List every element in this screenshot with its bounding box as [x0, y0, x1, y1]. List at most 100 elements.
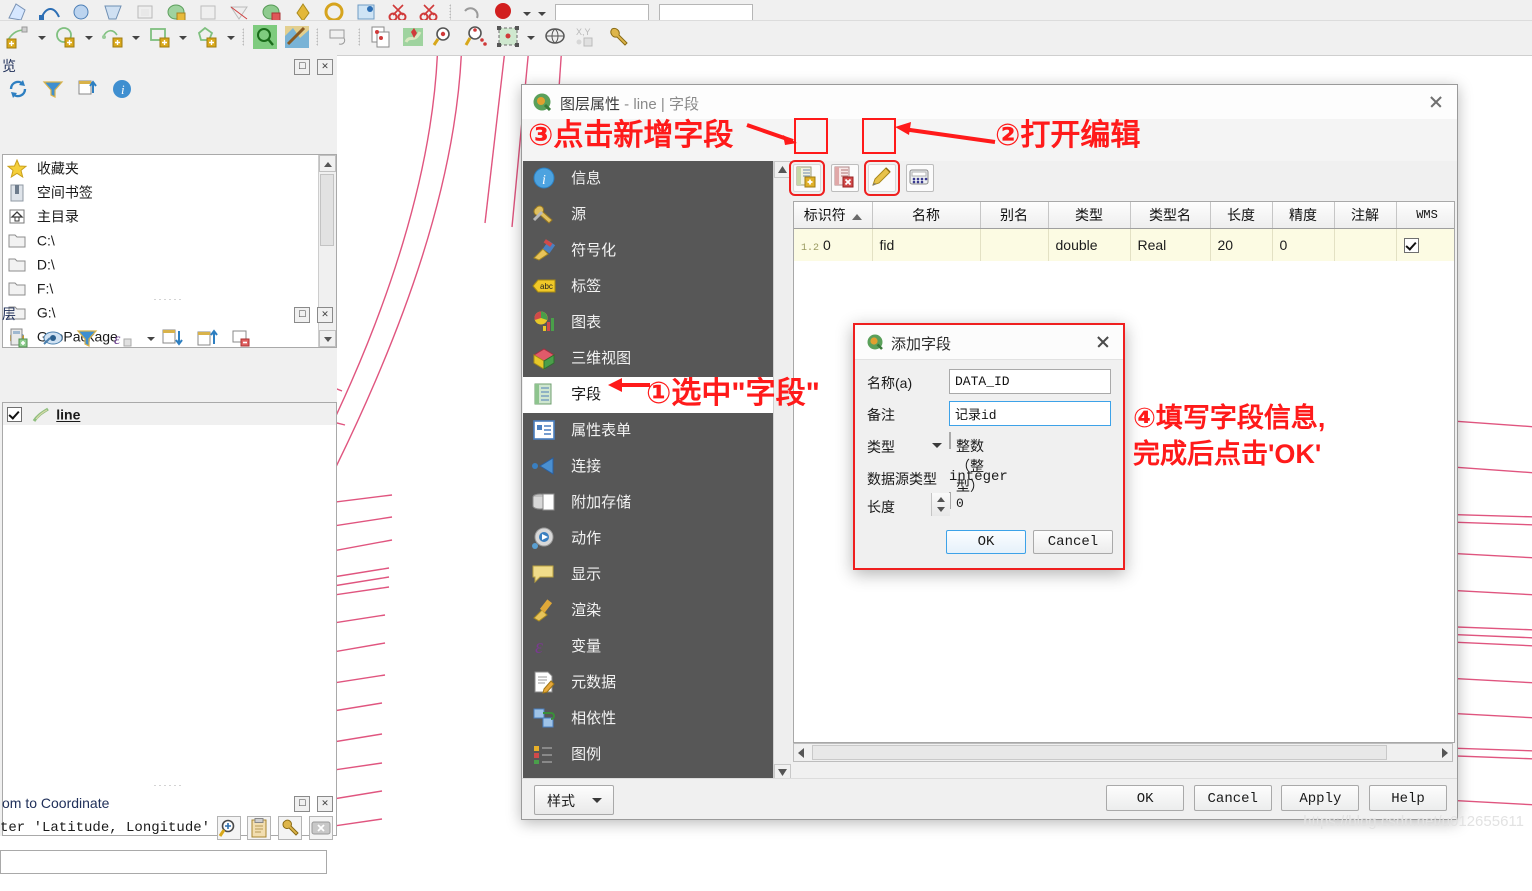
undock-icon[interactable]: ☐: [294, 59, 311, 75]
collapse-all-icon[interactable]: [75, 77, 99, 101]
chevron-down-icon[interactable]: [145, 325, 157, 351]
fields-table-hscrollbar[interactable]: [793, 743, 1453, 762]
chevron-down-icon[interactable]: [83, 24, 95, 50]
column-header-alias[interactable]: 别名: [980, 202, 1049, 229]
column-header-wms[interactable]: WMS: [1396, 202, 1454, 229]
fields-toolbar[interactable]: [789, 160, 1455, 204]
show-presets-icon[interactable]: [41, 326, 65, 350]
spinner-arrows-icon[interactable]: [931, 493, 950, 516]
cancel-button[interactable]: Cancel: [1193, 785, 1272, 811]
scissors-icon[interactable]: [385, 0, 411, 20]
browser-item-home[interactable]: 主目录: [3, 203, 336, 227]
sidebar-item-joins[interactable]: 连接: [523, 449, 773, 485]
refresh-icon[interactable]: [6, 77, 30, 101]
sidebar-item-attributes-form[interactable]: 属性表单: [523, 413, 773, 449]
project-combo[interactable]: [554, 3, 649, 20]
circular-string-icon[interactable]: [321, 0, 347, 20]
undock-icon[interactable]: ☐: [294, 796, 311, 812]
sidebar-item-symbology[interactable]: 符号化: [523, 233, 773, 269]
chevron-down-icon[interactable]: [536, 0, 548, 20]
layer-properties-sidebar[interactable]: i 信息 源 符号化 abc 标签 图表 三维视图 字段 属性表单 连接 附加存…: [523, 161, 773, 781]
add-polyline-feature-icon[interactable]: [100, 24, 126, 50]
layer-row-line[interactable]: line: [3, 403, 336, 425]
zoom-to-points-icon[interactable]: [463, 24, 489, 50]
cell-id[interactable]: 1.2 0: [794, 228, 873, 261]
merge-features-icon[interactable]: [258, 0, 284, 20]
add-polygon-feature-icon[interactable]: [5, 0, 31, 20]
sidebar-item-dependencies[interactable]: 相依性: [523, 701, 773, 737]
rotate-feature-icon[interactable]: [290, 0, 316, 20]
add-polygon-feature-icon[interactable]: [194, 24, 220, 50]
sidebar-item-auxiliary-storage[interactable]: 附加存储: [523, 485, 773, 521]
ok-button[interactable]: OK: [1106, 785, 1185, 811]
delete-field-button[interactable]: [830, 164, 859, 192]
layers-tree[interactable]: line: [2, 402, 337, 836]
length-spinbox[interactable]: 0: [931, 492, 964, 516]
remove-layer-icon[interactable]: [229, 326, 253, 350]
column-header-length[interactable]: 长度: [1210, 202, 1273, 229]
new-field-button[interactable]: [789, 160, 825, 196]
cell-comment[interactable]: [1334, 228, 1397, 261]
scissors-2-icon[interactable]: [416, 0, 442, 20]
cell-name[interactable]: fid: [872, 228, 981, 261]
browser-item-spatial-bookmarks[interactable]: 空间书签: [3, 179, 336, 203]
chevron-down-icon[interactable]: [36, 24, 48, 50]
browser-item-favorites[interactable]: 收藏夹: [3, 155, 336, 179]
paste-icon[interactable]: [247, 816, 272, 840]
column-header-comment[interactable]: 注解: [1334, 202, 1397, 229]
table-row[interactable]: 1.2 0 fid double Real 20 0: [794, 228, 1454, 261]
layer-name[interactable]: line: [56, 407, 80, 423]
scale-combo[interactable]: [658, 3, 753, 20]
scroll-up-icon[interactable]: [319, 155, 336, 172]
add-line-feature-icon[interactable]: [5, 24, 31, 50]
digitizing-toolbar-row[interactable]: [0, 0, 1532, 20]
column-header-precision[interactable]: 精度: [1272, 202, 1335, 229]
add-rectangle-feature-icon[interactable]: [147, 24, 173, 50]
vertex-tool-icon[interactable]: [132, 0, 158, 20]
column-header-id[interactable]: 标识符: [794, 202, 873, 229]
cancel-button[interactable]: Cancel: [1033, 530, 1113, 554]
xy-coordinate-icon[interactable]: X,Y: [573, 24, 599, 50]
zoom-to-icon[interactable]: [216, 816, 241, 840]
configure-icon[interactable]: [277, 816, 302, 840]
undo-icon[interactable]: [458, 0, 484, 20]
open-layer-styling-icon[interactable]: [6, 326, 30, 350]
sidebar-item-legend[interactable]: 图例: [523, 737, 773, 773]
undock-icon[interactable]: ☐: [294, 307, 311, 323]
apply-button[interactable]: Apply: [1281, 785, 1360, 811]
cell-length[interactable]: 20: [1210, 228, 1273, 261]
split-features-icon[interactable]: [226, 0, 252, 20]
reshape-icon[interactable]: [195, 0, 221, 20]
cell-type-name[interactable]: Real: [1130, 228, 1211, 261]
browser-item-drive-d[interactable]: D:\: [3, 251, 336, 275]
cell-alias[interactable]: [980, 228, 1049, 261]
field-calculator-button[interactable]: [905, 164, 934, 192]
scroll-right-icon[interactable]: [1435, 744, 1452, 761]
info-icon[interactable]: i: [110, 77, 134, 101]
chevron-down-icon[interactable]: [525, 24, 537, 50]
scroll-left-icon[interactable]: [794, 744, 811, 761]
comment-input[interactable]: [949, 401, 1111, 426]
close-icon[interactable]: [1092, 332, 1114, 352]
digitize-curve-icon[interactable]: [37, 0, 63, 20]
style-manager-icon[interactable]: [284, 24, 310, 50]
chevron-down-icon[interactable]: [130, 24, 142, 50]
column-header-type-name[interactable]: 类型名: [1130, 202, 1211, 229]
zoom-select-icon[interactable]: [252, 24, 278, 50]
add-polygon-icon[interactable]: [100, 0, 126, 20]
browser-item-drive-c[interactable]: C:\: [3, 227, 336, 251]
cell-type[interactable]: double: [1048, 228, 1131, 261]
close-icon[interactable]: ✕: [317, 59, 333, 75]
column-header-name[interactable]: 名称: [872, 202, 981, 229]
add-point-feature-icon[interactable]: [68, 0, 94, 20]
browser-toolbar[interactable]: i: [0, 77, 337, 105]
layer-visibility-checkbox[interactable]: [7, 407, 22, 423]
close-icon[interactable]: [1423, 90, 1449, 114]
style-button[interactable]: 样式: [534, 785, 614, 815]
coordinate-input[interactable]: [0, 850, 327, 874]
column-header-type[interactable]: 类型: [1048, 202, 1131, 229]
cell-wms[interactable]: [1396, 228, 1454, 261]
clear-icon[interactable]: [308, 816, 333, 840]
add-field-titlebar[interactable]: 添加字段: [855, 325, 1123, 360]
sidebar-item-source[interactable]: 源: [523, 197, 773, 233]
